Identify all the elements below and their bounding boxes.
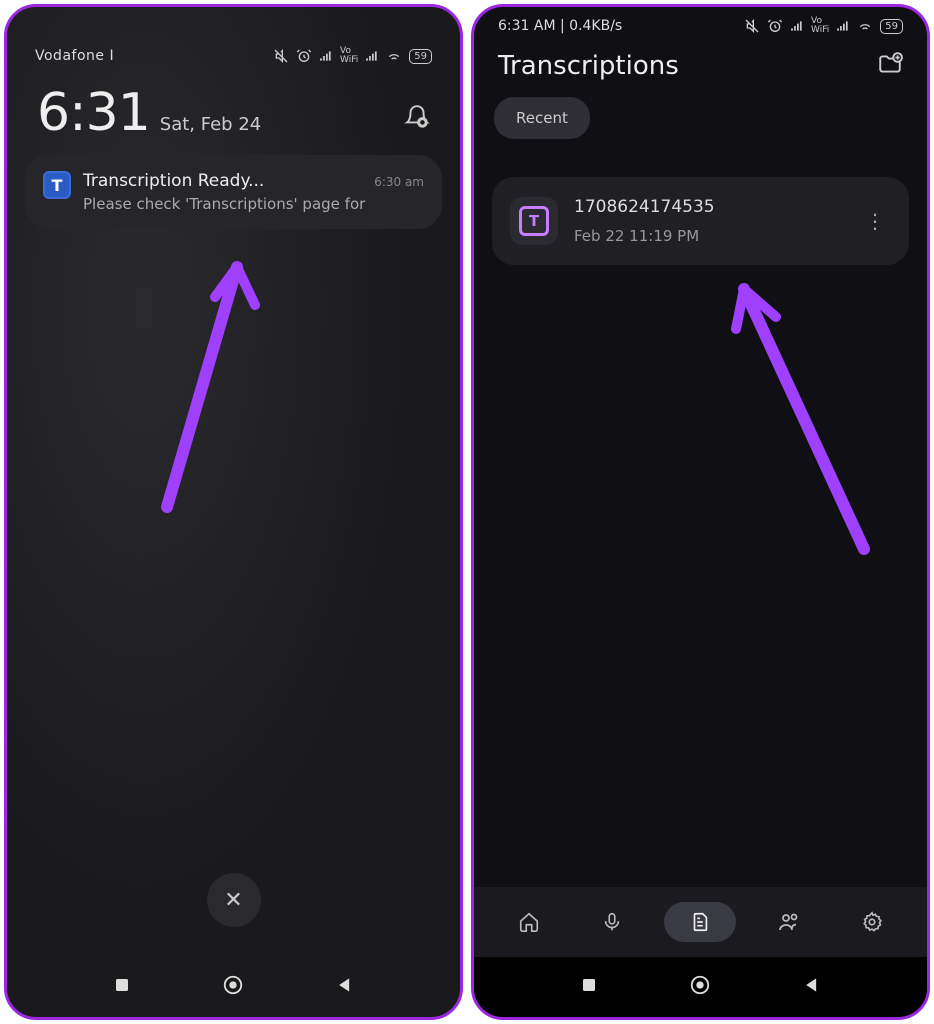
item-subtitle: Feb 22 11:19 PM [574,227,843,245]
back-button[interactable] [335,975,355,999]
transcription-icon: T [519,206,549,236]
phone-lockscreen: Vodafone I VoWiFi 59 6:31 Sat, Feb 24 T … [4,4,463,1020]
system-nav-bar [474,957,927,1017]
battery-icon: 59 [880,19,903,34]
filter-row: Recent [474,87,927,149]
bottom-nav [474,887,927,957]
nav-settings[interactable] [842,902,902,942]
mute-icon [744,18,760,34]
alarm-icon [296,48,312,64]
notification-app-icon: T [43,171,71,199]
notification-title: Transcription Ready... [83,171,264,191]
carrier-label: Vodafone I [35,48,114,64]
battery-icon: 59 [409,49,432,64]
notification-time: 6:30 am [374,175,424,189]
notification-text: Please check 'Transcriptions' page for [83,195,424,213]
signal-icon-2 [836,19,850,33]
status-time-speed: 6:31 AM | 0.4KB/s [498,18,622,34]
home-button[interactable] [689,974,711,1000]
phone-app: 6:31 AM | 0.4KB/s VoWiFi 59 Transcriptio… [471,4,930,1020]
annotation-arrow [684,259,884,559]
vowifi-icon: VoWiFi [811,17,829,35]
page-title: Transcriptions [498,51,679,81]
app-header: Transcriptions [474,35,927,87]
more-icon[interactable]: ⋮ [859,205,891,237]
wifi-icon [386,48,402,64]
status-icons: VoWiFi 59 [744,17,903,35]
item-icon: T [510,197,558,245]
nav-home[interactable] [499,902,559,942]
dismiss-button[interactable]: ✕ [207,873,261,927]
signal-icon [790,19,804,33]
new-folder-icon[interactable] [877,51,903,81]
status-bar: Vodafone I VoWiFi 59 [7,7,460,65]
clock-row: 6:31 Sat, Feb 24 [7,65,460,143]
signal-icon-2 [365,49,379,63]
item-title: 1708624174535 [574,197,843,217]
notification-card[interactable]: T Transcription Ready... 6:30 am Please … [25,155,442,229]
recents-button[interactable] [113,976,131,998]
clock-date: Sat, Feb 24 [160,114,261,135]
annotation-arrow [137,237,277,517]
mute-icon [273,48,289,64]
transcription-item[interactable]: T 1708624174535 Feb 22 11:19 PM ⋮ [492,177,909,265]
alarm-icon [767,18,783,34]
notification-settings-icon[interactable] [404,104,430,134]
nav-contacts[interactable] [759,902,819,942]
system-nav-bar [7,957,460,1017]
wifi-icon [857,18,873,34]
nav-mic[interactable] [582,902,642,942]
signal-icon [319,49,333,63]
close-icon: ✕ [224,888,242,913]
back-button[interactable] [802,975,822,999]
recent-chip[interactable]: Recent [494,97,590,139]
clock-time: 6:31 [37,83,150,143]
home-button[interactable] [222,974,244,1000]
nav-transcriptions[interactable] [664,902,736,942]
recents-button[interactable] [580,976,598,998]
vowifi-icon: VoWiFi [340,47,358,65]
status-bar: 6:31 AM | 0.4KB/s VoWiFi 59 [474,7,927,35]
status-icons: VoWiFi 59 [273,47,432,65]
